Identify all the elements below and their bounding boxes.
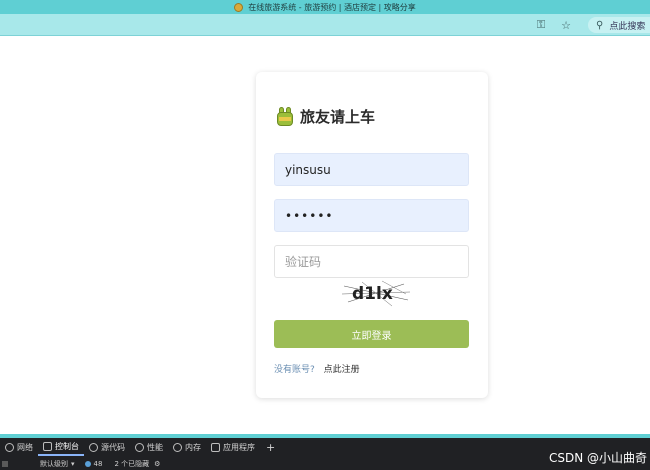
login-card: 旅友请上车 d1lx 立即登录 没有账号? 点此注册: [256, 72, 488, 398]
console-filter-row: 默认级别 ▾ 48 2 个已隐藏 ⚙: [0, 458, 160, 470]
memory-icon: [173, 442, 182, 452]
watermark: CSDN @小山曲奇: [549, 451, 648, 465]
tab-memory[interactable]: 内存: [168, 438, 206, 456]
register-link[interactable]: 点此注册: [324, 365, 360, 375]
bug-icon: [89, 442, 98, 452]
message-count: 48: [93, 460, 103, 468]
tab-memory-label: 内存: [185, 442, 201, 452]
favicon-icon: [234, 2, 244, 12]
browser-title-bar: 在线旅游系统 - 旅游预约 | 酒店预定 | 攻略分享: [0, 0, 650, 14]
devtools-tabs: 网络 控制台 源代码 性能 内存 应用程序 +: [0, 438, 281, 456]
key-icon[interactable]: ⚿: [533, 17, 549, 33]
gear-icon[interactable]: ⚙: [154, 460, 160, 468]
tab-application[interactable]: 应用程序: [206, 438, 260, 456]
tab-sources-label: 源代码: [101, 442, 125, 452]
captcha-image[interactable]: d1lx: [341, 280, 412, 308]
login-button[interactable]: 立即登录: [274, 320, 469, 348]
hidden-count: 2 个已隐藏: [114, 460, 150, 468]
tab-sources[interactable]: 源代码: [84, 438, 130, 456]
tab-console[interactable]: 控制台: [38, 438, 84, 456]
tab-network[interactable]: 网络: [0, 438, 38, 456]
search-icon: ⚲: [596, 19, 604, 31]
tab-performance[interactable]: 性能: [130, 438, 168, 456]
wifi-icon: [5, 442, 14, 452]
tab-performance-label: 性能: [147, 442, 163, 452]
tab-console-label: 控制台: [55, 441, 79, 451]
browser-search-placeholder: 点此搜索: [609, 21, 646, 32]
log-level-select[interactable]: 默认级别: [40, 459, 68, 469]
gauge-icon: [135, 442, 144, 452]
sidebar-toggle-icon[interactable]: [2, 461, 8, 467]
browser-toolbar: ⚿ ☆ ⚲ 点此搜索: [0, 14, 650, 36]
window-title: 在线旅游系统 - 旅游预约 | 酒店预定 | 攻略分享: [0, 0, 650, 14]
register-row: 没有账号? 点此注册: [274, 362, 360, 375]
captcha-input[interactable]: [274, 245, 469, 278]
message-dot-icon: [84, 461, 91, 467]
tab-network-label: 网络: [17, 442, 33, 452]
no-account-text: 没有账号?: [274, 365, 315, 375]
bag-logo-icon: [276, 106, 294, 127]
username-input[interactable]: [274, 153, 469, 186]
captcha-text: d1lx: [352, 284, 393, 304]
browser-search-box[interactable]: ⚲ 点此搜索: [588, 17, 650, 33]
window-title-text: 在线旅游系统 - 旅游预约 | 酒店预定 | 攻略分享: [248, 2, 416, 12]
brand: 旅友请上车: [276, 106, 375, 127]
add-tab-button[interactable]: +: [260, 441, 281, 454]
console-icon: [43, 441, 52, 451]
brand-name: 旅友请上车: [300, 108, 376, 126]
window-icon: [211, 442, 220, 452]
chevron-down-icon[interactable]: ▾: [71, 460, 75, 468]
password-input[interactable]: [274, 199, 469, 232]
tab-application-label: 应用程序: [223, 442, 255, 452]
star-icon[interactable]: ☆: [558, 17, 574, 33]
